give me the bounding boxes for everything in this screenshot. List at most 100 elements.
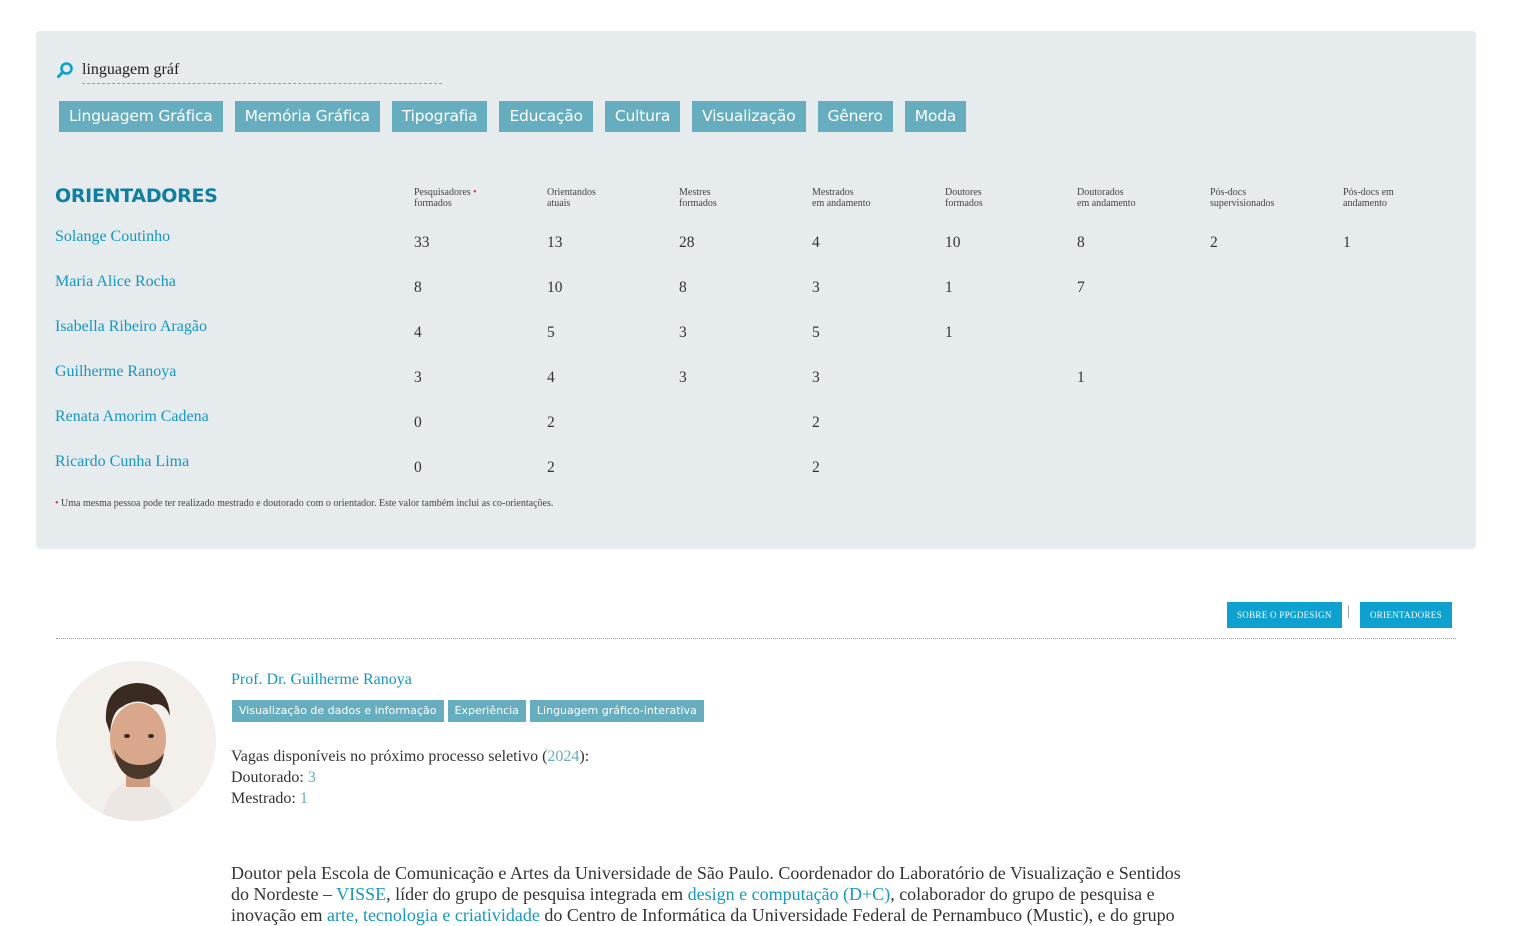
table-cell: 3 <box>812 279 820 296</box>
table-cell: 0 <box>414 414 422 431</box>
profile-tag[interactable]: Experiência <box>447 700 526 722</box>
search-icon[interactable] <box>56 61 74 79</box>
bio-text: , líder do grupo de pesquisa integrada e… <box>386 884 688 904</box>
bio-line-1: Doutor pela Escola de Comunicação e Arte… <box>231 863 1181 883</box>
doutorado-label: Doutorado: <box>231 769 308 786</box>
table-cell: 2 <box>812 414 820 431</box>
column-header-text: Pós-docs em <box>1343 187 1394 198</box>
table-cell: 5 <box>547 324 555 341</box>
column-header-line-2: em andamento <box>812 198 871 209</box>
mestrado-label: Mestrado: <box>231 790 300 807</box>
column-header-text: Pesquisadores <box>414 187 471 198</box>
vacancies-close: ): <box>579 748 590 765</box>
advisor-name-link[interactable]: Maria Alice Rocha <box>55 273 176 291</box>
advisors-button[interactable]: ORIENTADORES <box>1360 602 1452 628</box>
tag-filter[interactable]: Gênero <box>817 101 893 132</box>
table-cell: 4 <box>547 369 555 386</box>
column-header-line-2: formados <box>414 198 452 209</box>
column-header: Mestres formados <box>679 187 717 209</box>
search-box <box>56 57 442 84</box>
advisor-name-link[interactable]: Solange Coutinho <box>55 228 170 246</box>
bio-text: , colaborador do grupo de pesquisa e <box>890 884 1155 904</box>
about-ppgdesign-button[interactable]: SOBRE O PPGDESIGN <box>1227 602 1342 628</box>
profile-name[interactable]: Prof. Dr. Guilherme Ranoya <box>231 671 412 689</box>
table-cell: 3 <box>414 369 422 386</box>
footnote-text: Uma mesma pessoa pode ter realizado mest… <box>61 498 554 509</box>
column-header-line-2: supervisionados <box>1210 198 1275 209</box>
table-cell: 4 <box>414 324 422 341</box>
column-header-line-2: formados <box>945 198 983 209</box>
table-title: ORIENTADORES <box>55 185 218 207</box>
column-header-text: Orientandos <box>547 187 596 198</box>
column-header: Pós-docs em andamento <box>1343 187 1394 209</box>
table-cell: 1 <box>1343 234 1351 251</box>
profile-tag[interactable]: Linguagem gráfico-interativa <box>529 700 704 722</box>
bio-line-3: inovação em arte, tecnologia e criativid… <box>231 905 1231 926</box>
table-cell: 33 <box>414 234 430 251</box>
table-cell: 1 <box>1077 369 1085 386</box>
column-header-line-1: Mestrados <box>812 187 871 198</box>
column-header-line-2: em andamento <box>1077 198 1136 209</box>
table-cell: 8 <box>679 279 687 296</box>
column-header: Mestrados em andamento <box>812 187 871 209</box>
tag-filter[interactable]: Visualização <box>692 101 806 132</box>
advisor-name-link[interactable]: Ricardo Cunha Lima <box>55 453 189 471</box>
table-cell: 2 <box>547 414 555 431</box>
vacancies-info: Vagas disponíveis no próximo processo se… <box>231 746 589 809</box>
design-computacao-link[interactable]: design e computação (D+C) <box>688 884 891 904</box>
table-cell: 3 <box>812 369 820 386</box>
table-cell: 1 <box>945 279 953 296</box>
table-cell: 7 <box>1077 279 1085 296</box>
footnote-star: • <box>55 498 59 509</box>
profile-tag-list: Visualização de dados e informação Experi… <box>232 700 704 722</box>
profile-avatar <box>56 661 216 821</box>
visse-link[interactable]: VISSE <box>336 884 386 904</box>
tag-filter[interactable]: Educação <box>499 101 593 132</box>
tag-filter[interactable]: Memória Gráfica <box>234 101 380 132</box>
table-cell: 10 <box>547 279 563 296</box>
column-header-line-1: Doutorados <box>1077 187 1136 198</box>
tag-filter[interactable]: Linguagem Gráfica <box>59 101 223 132</box>
doutorado-line: Doutorado: 3 <box>231 767 589 788</box>
table-cell: 2 <box>1210 234 1218 251</box>
vacancies-line: Vagas disponíveis no próximo processo se… <box>231 746 589 767</box>
column-header-text: Mestres <box>679 187 711 198</box>
footnote-marker: • <box>473 187 477 198</box>
column-header: Doutores formados <box>945 187 983 209</box>
table-cell: 3 <box>679 324 687 341</box>
column-header-line-2: andamento <box>1343 198 1387 209</box>
table-cell: 4 <box>812 234 820 251</box>
bio-text: inovação em <box>231 905 327 925</box>
tag-filter-list: Linguagem Gráfica Memória Gráfica Tipograf… <box>59 101 967 132</box>
column-header: Pós-docs supervisionados <box>1210 187 1274 209</box>
bio-text: do Nordeste – <box>231 884 337 904</box>
table-cell: 3 <box>679 369 687 386</box>
column-header-line-2: atuais <box>547 198 571 209</box>
search-input[interactable] <box>82 57 442 84</box>
column-header-line-1: Pós-docs em <box>1343 187 1394 198</box>
table-footnote: • Uma mesma pessoa pode ter realizado me… <box>55 498 553 509</box>
column-header-text: Doutorados <box>1077 187 1124 198</box>
doutorado-value: 3 <box>307 769 316 786</box>
tag-filter[interactable]: Cultura <box>604 101 681 132</box>
column-header-line-1: Pós-docs <box>1210 187 1274 198</box>
vacancies-label: Vagas disponíveis no próximo processo se… <box>231 748 548 765</box>
table-cell: 13 <box>547 234 563 251</box>
bio-text: do Centro de Informática da Universidade… <box>539 905 1175 925</box>
profile-tag[interactable]: Visualização de dados e informação <box>232 700 444 722</box>
bio-line-2: do Nordeste – VISSE, líder do grupo de p… <box>231 884 1231 905</box>
table-cell: 8 <box>1077 234 1085 251</box>
advisor-name-link[interactable]: Guilherme Ranoya <box>55 363 176 381</box>
advisor-name-link[interactable]: Isabella Ribeiro Aragão <box>55 318 207 336</box>
mestrado-line: Mestrado: 1 <box>231 788 589 809</box>
table-cell: 2 <box>547 459 555 476</box>
advisor-name-link[interactable]: Renata Amorim Cadena <box>55 408 209 426</box>
section-divider <box>56 638 1456 639</box>
tag-filter[interactable]: Tipografia <box>391 101 488 132</box>
column-header-text: Mestrados <box>812 187 854 198</box>
arte-tecnologia-link[interactable]: arte, tecnologia e criatividade <box>327 905 540 925</box>
column-header-line-2: formados <box>679 198 717 209</box>
table-cell: 2 <box>812 459 820 476</box>
table-cell: 8 <box>414 279 422 296</box>
tag-filter[interactable]: Moda <box>904 101 967 132</box>
